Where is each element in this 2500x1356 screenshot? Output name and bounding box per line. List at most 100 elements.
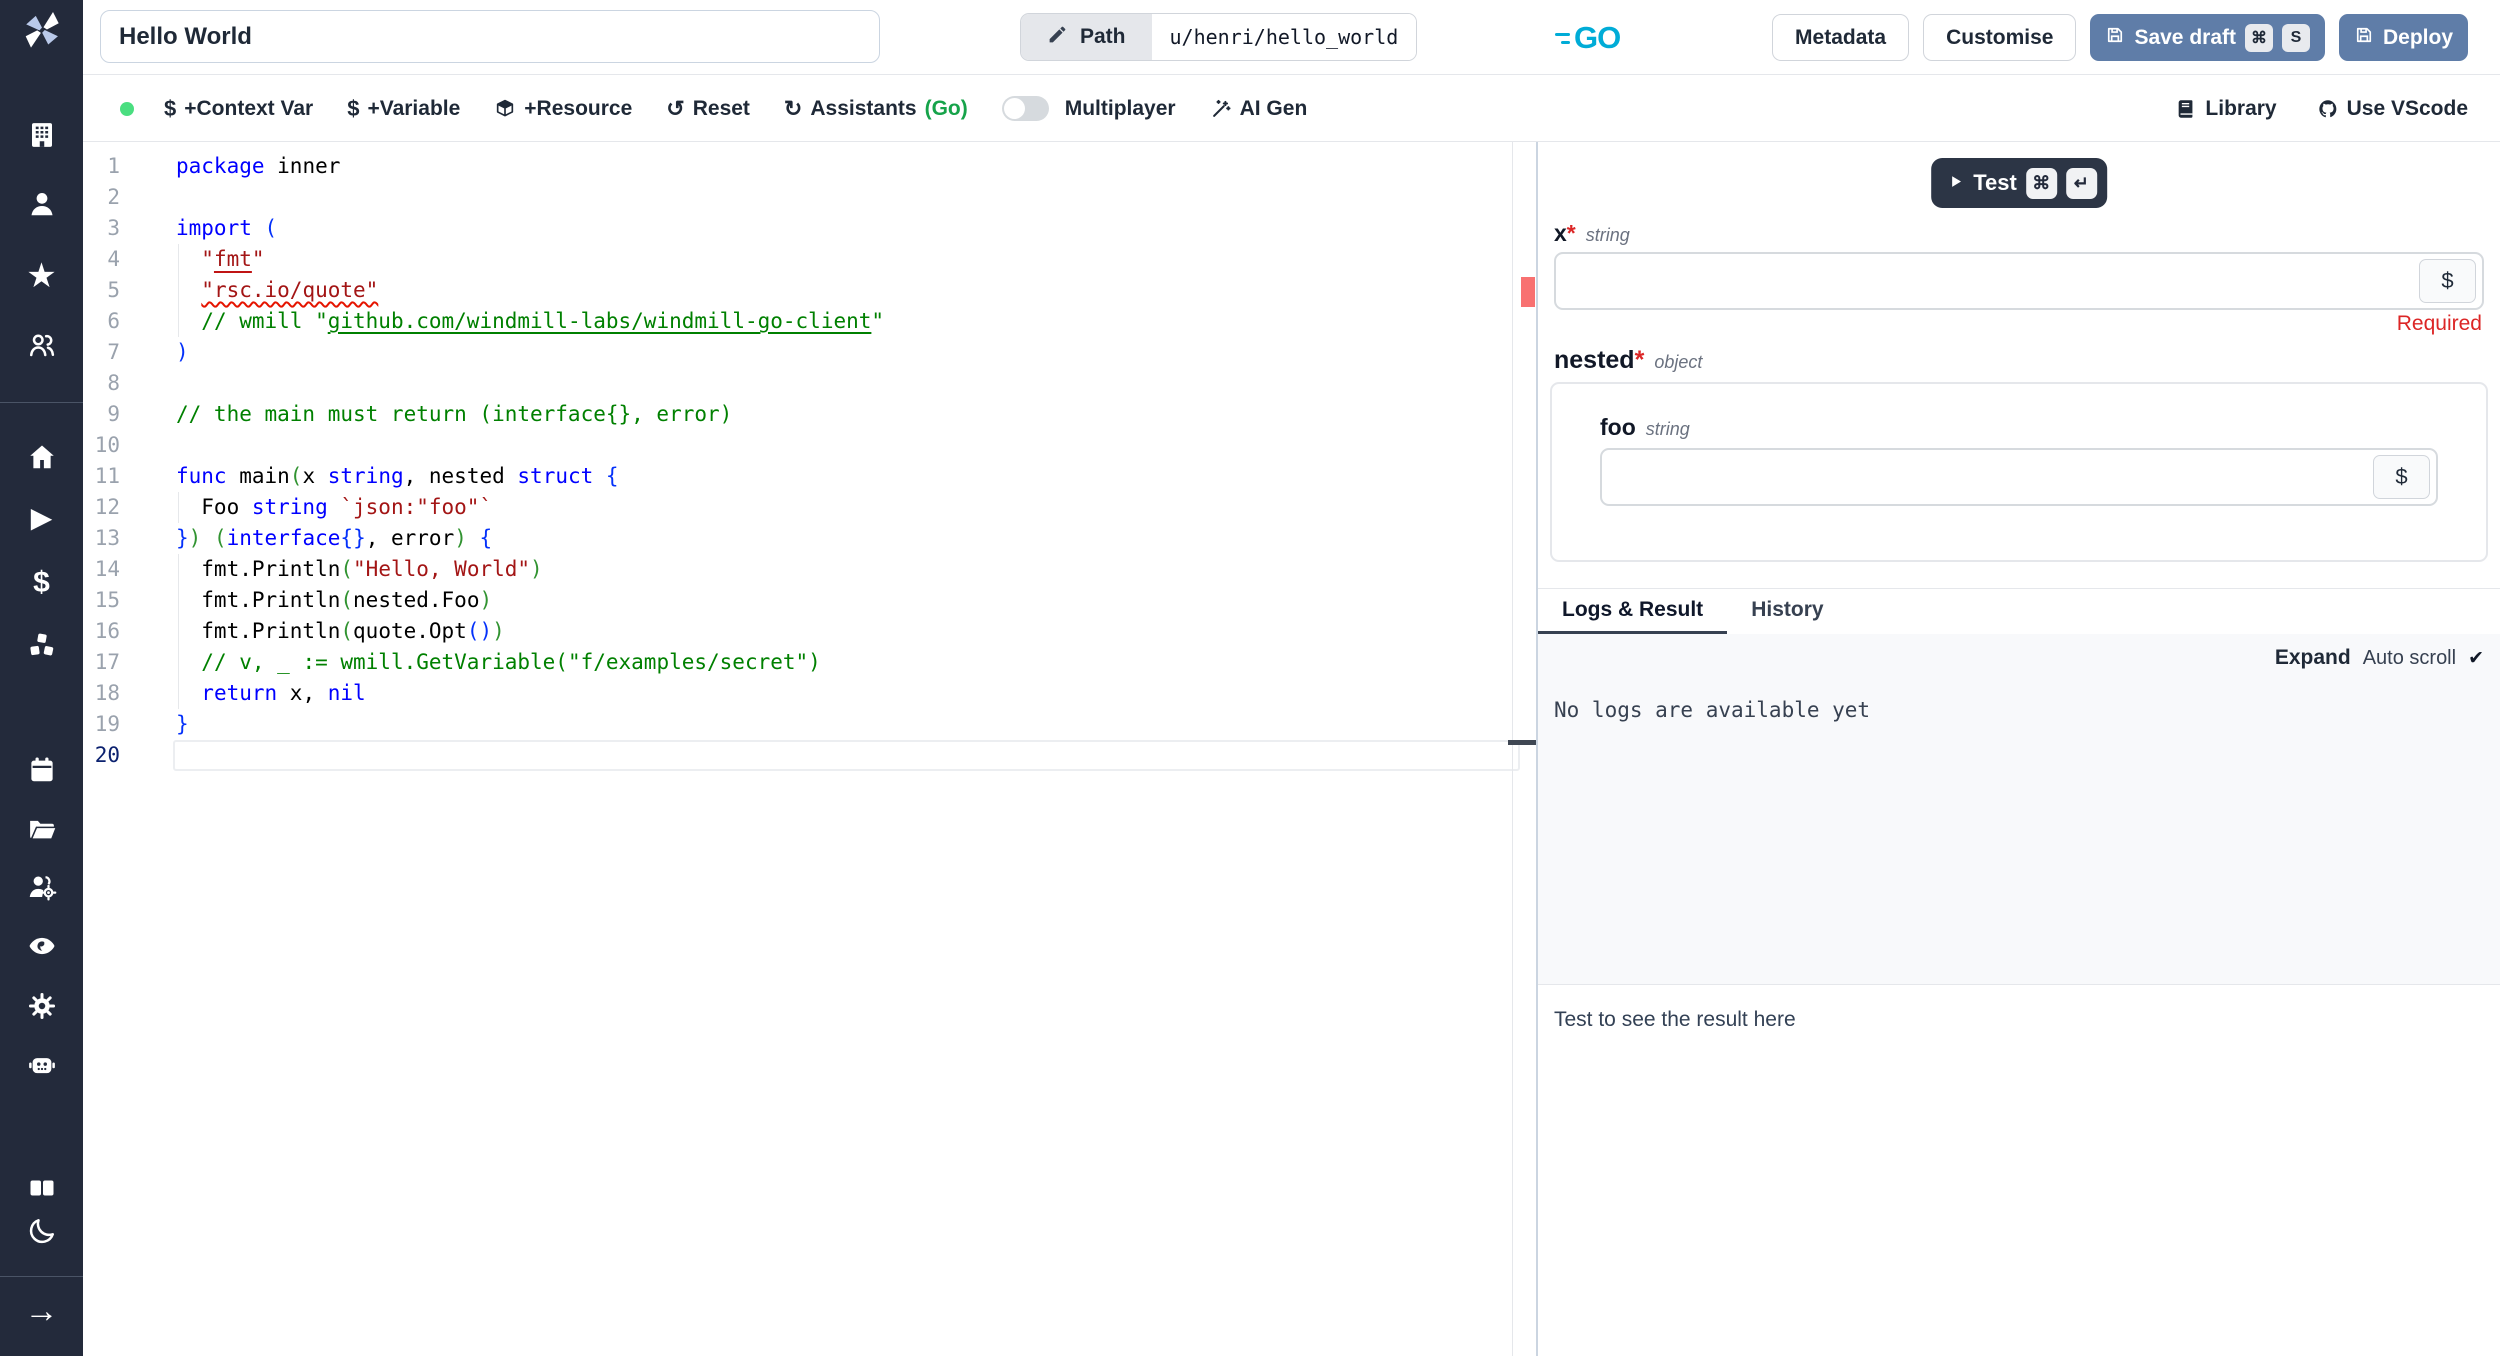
sidebar-item-workers[interactable]	[0, 1043, 83, 1087]
script-title-input[interactable]	[100, 10, 880, 63]
insert-variable-button[interactable]: $	[2373, 455, 2430, 499]
box-icon	[494, 98, 516, 120]
code-line-6[interactable]: 6 // wmill "github.com/windmill-labs/win…	[83, 306, 1536, 337]
code-line-1[interactable]: 1 package inner	[83, 151, 1536, 182]
code-line-14[interactable]: 14 fmt.Println("Hello, World")	[83, 554, 1536, 585]
expand-button[interactable]: Expand	[2275, 646, 2351, 670]
sidebar-item-expand-sidebar[interactable]: →	[0, 1289, 83, 1333]
cmd-key: ⌘	[2025, 167, 2057, 199]
line-number: 8	[107, 371, 120, 395]
save-draft-label: Save draft	[2134, 25, 2236, 49]
arg-x-type: string	[1585, 225, 1630, 245]
sidebar-item-workspace[interactable]	[0, 113, 83, 157]
code-line-4[interactable]: 4 "fmt"	[83, 244, 1536, 275]
code-line-7[interactable]: 7)	[83, 337, 1536, 368]
save-icon	[2105, 25, 2125, 51]
autoscroll-checkbox[interactable]: ✔	[2468, 647, 2484, 670]
add-resource-button[interactable]: +Resource	[494, 97, 632, 121]
reset-button[interactable]: ↺ Reset	[666, 97, 750, 121]
go-logo-text: GO	[1574, 20, 1621, 55]
assistants-button[interactable]: ↻ Assistants (Go)	[784, 97, 968, 121]
cubes-icon	[25, 628, 59, 662]
code-editor[interactable]: 1 package inner 2 3 import (4 "fmt" 5 "rsc.io…	[83, 142, 1536, 1356]
sidebar-item-home[interactable]	[0, 435, 83, 479]
code-line-9[interactable]: 9// the main must return (interface{}, e…	[83, 399, 1536, 430]
code-line-2[interactable]: 2	[83, 182, 1536, 213]
user-icon	[25, 187, 59, 221]
ai-gen-label: AI Gen	[1239, 96, 1308, 120]
deploy-label: Deploy	[2382, 25, 2453, 49]
code-line-20[interactable]: 20	[83, 740, 1536, 771]
sidebar-item-collaborators[interactable]	[0, 323, 83, 367]
edit-path-button[interactable]: Path	[1021, 14, 1152, 60]
multiplayer-group: Multiplayer	[1001, 96, 1176, 121]
metadata-button[interactable]: Metadata	[1772, 14, 1910, 61]
code-line-8[interactable]: 8	[83, 368, 1536, 399]
windmill-logo-icon[interactable]	[20, 8, 64, 52]
deploy-button[interactable]: Deploy	[2338, 14, 2468, 61]
code-line-15[interactable]: 15 fmt.Println(nested.Foo)	[83, 585, 1536, 616]
sidebar-item-dark-mode[interactable]	[0, 1209, 83, 1253]
code-line-11[interactable]: 11 func main(x string, nested struct {	[83, 461, 1536, 492]
arg-foo-label: foo string	[1600, 414, 1690, 440]
editor-scrollbar-edge	[1512, 142, 1513, 1356]
sidebar-item-variables[interactable]: $	[0, 561, 83, 605]
code-line-5[interactable]: 5 "rsc.io/quote"	[83, 275, 1536, 306]
use-vscode-button[interactable]: Use VScode	[2317, 97, 2468, 121]
scrollbar-thumb[interactable]	[1508, 740, 1536, 745]
sidebar-item-settings[interactable]	[0, 984, 83, 1028]
code-line-13[interactable]: 13}) (interface{}, error) {	[83, 523, 1536, 554]
sidebar-item-favorites[interactable]: ★	[0, 254, 83, 298]
logs-area: Expand Auto scroll ✔ No logs are availab…	[1538, 634, 2500, 985]
code-line-19[interactable]: 19}	[83, 709, 1536, 740]
ai-gen-button[interactable]: AI Gen	[1210, 96, 1308, 121]
pencil-icon	[1047, 24, 1068, 51]
topbar-actions: Metadata Customise Save draft ⌘ S Deploy	[1772, 14, 2468, 61]
moon-icon	[25, 1214, 59, 1248]
sidebar-item-docs[interactable]	[0, 1166, 83, 1210]
tab-logs-result[interactable]: Logs & Result	[1538, 589, 1728, 634]
sidebar-item-runs[interactable]: ▶	[0, 496, 83, 540]
sidebar-item-resources[interactable]	[0, 623, 83, 667]
line-number: 14	[94, 557, 120, 581]
code-line-10[interactable]: 10	[83, 430, 1536, 461]
tab-history[interactable]: History	[1727, 589, 1847, 634]
code-line-16[interactable]: 16 fmt.Println(quote.Opt())	[83, 616, 1536, 647]
code-line-3[interactable]: 3 import (	[83, 213, 1536, 244]
line-number: 3	[107, 216, 120, 240]
code-line-12[interactable]: 12 Foo string `json:"foo"`	[83, 492, 1536, 523]
line-number: 6	[107, 309, 120, 333]
logs-controls: Expand Auto scroll ✔	[2275, 646, 2484, 670]
multiplayer-toggle[interactable]	[1001, 96, 1049, 121]
add-variable-button[interactable]: $ +Variable	[347, 97, 460, 121]
refresh-icon: ↻	[783, 95, 803, 121]
add-context-var-label: +Context Var	[184, 96, 314, 120]
arg-foo-type: string	[1645, 419, 1690, 439]
library-button[interactable]: Library	[2175, 97, 2277, 121]
code-line-18[interactable]: 18 return x, nil	[83, 678, 1536, 709]
book-icon	[2175, 98, 2197, 120]
insert-variable-button[interactable]: $	[2419, 259, 2476, 303]
dollar-sign-icon: $	[164, 95, 177, 121]
eye-icon	[25, 929, 59, 963]
customise-button[interactable]: Customise	[1923, 14, 2077, 61]
path-value[interactable]: u/henri/hello_world	[1151, 14, 1417, 60]
robot-icon	[25, 1048, 59, 1082]
enter-key: ↵	[2065, 167, 2097, 199]
sidebar-item-folders[interactable]	[0, 807, 83, 851]
line-number: 20	[94, 743, 120, 767]
sidebar-item-audit-logs[interactable]	[0, 924, 83, 968]
wand-icon	[1210, 98, 1232, 120]
sidebar-item-schedules[interactable]	[0, 748, 83, 792]
save-draft-button[interactable]: Save draft ⌘ S	[2090, 14, 2325, 61]
sidebar-item-groups[interactable]	[0, 865, 83, 909]
code-line-17[interactable]: 17 // v, _ := wmill.GetVariable("f/examp…	[83, 647, 1536, 678]
go-language-icon: GO	[1555, 20, 1621, 56]
s-key: S	[2281, 23, 2310, 52]
sidebar-item-user[interactable]	[0, 182, 83, 226]
test-button[interactable]: Test ⌘ ↵	[1931, 158, 2107, 208]
library-label: Library	[2205, 97, 2277, 120]
arg-foo-input[interactable]	[1602, 450, 2436, 504]
add-context-var-button[interactable]: $ +Context Var	[164, 97, 313, 121]
arg-x-input[interactable]	[1556, 254, 2482, 308]
